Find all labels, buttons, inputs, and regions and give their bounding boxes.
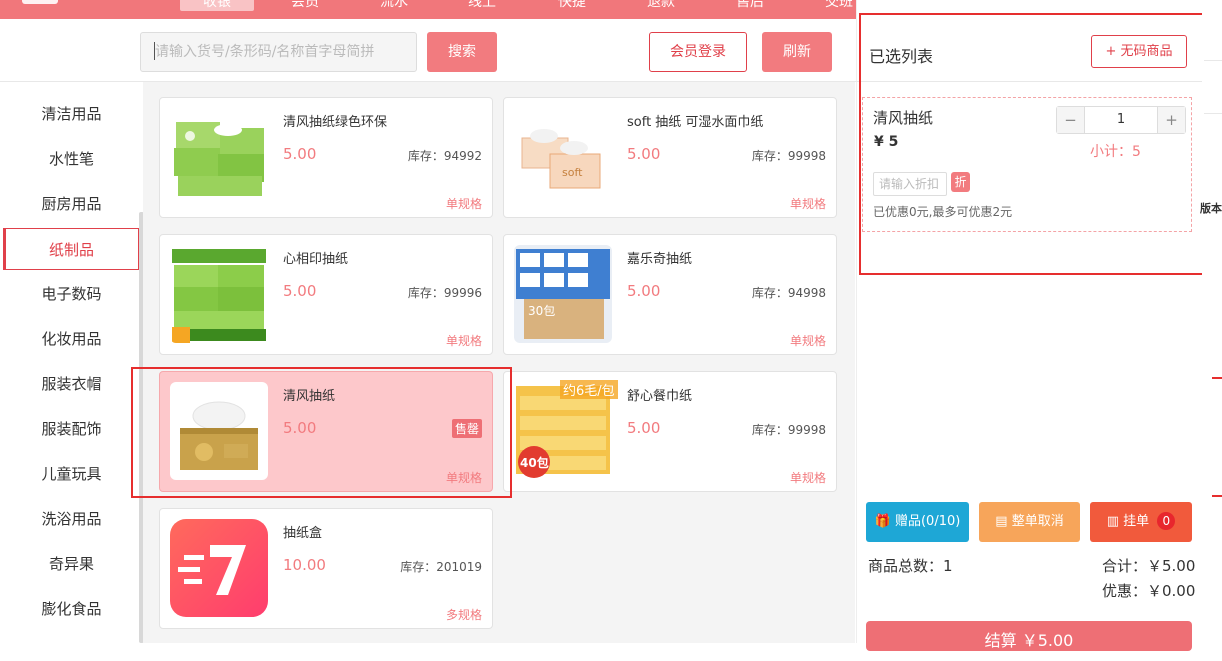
category-toys[interactable]: 儿童玩具 (4, 453, 139, 495)
product-stock: 库存：99998 (751, 423, 826, 437)
tab-member[interactable]: 会员 (270, 0, 340, 11)
product-price: 5.00 (627, 145, 661, 163)
product-name: 嘉乐奇抽纸 (627, 252, 693, 267)
category-accessories[interactable]: 服装配饰 (4, 408, 139, 450)
product-name: 心相印抽纸 (283, 252, 349, 267)
tab-refund[interactable]: 退款 (626, 0, 696, 11)
product-name: soft 抽纸 可湿水面巾纸 (627, 115, 764, 130)
divider (1204, 113, 1222, 114)
product-image (170, 108, 268, 206)
product-name: 舒心餐巾纸 (627, 389, 693, 404)
hold-order-button[interactable]: ▥ 挂单 0 (1090, 502, 1192, 542)
highlight-box (131, 367, 512, 498)
product-card[interactable]: soft soft 抽纸 可湿水面巾纸 5.00 库存：99998 单规格 (503, 97, 837, 218)
gift-icon: 🎁 (874, 514, 891, 529)
tab-cashier[interactable]: 收银 (180, 0, 254, 11)
product-spec: 单规格 (789, 197, 826, 211)
checkout-button[interactable]: 结算 ￥5.00 (866, 621, 1192, 651)
category-paper[interactable]: 纸制品 (3, 228, 139, 270)
product-image (170, 519, 268, 617)
search-input[interactable] (140, 32, 417, 72)
category-sidebar: 清洁用品 水性笔 厨房用品 纸制品 电子数码 化妆用品 服装衣帽 服装配饰 儿童… (0, 82, 143, 643)
gift-label: 赠品(0/10) (894, 514, 961, 529)
svg-text:soft: soft (562, 166, 583, 179)
discount-amount: 优惠：￥0.00 (1102, 582, 1196, 600)
brand-logo (22, 0, 58, 4)
category-bath[interactable]: 洗浴用品 (4, 498, 139, 540)
category-electronics[interactable]: 电子数码 (4, 273, 139, 315)
total-amount: 合计：￥5.00 (1102, 557, 1196, 575)
refresh-button[interactable]: 刷新 (762, 32, 832, 72)
member-login-button[interactable]: 会员登录 (649, 32, 747, 72)
hold-count-badge: 0 (1157, 512, 1176, 530)
image-caption: 约6毛/包 (560, 380, 618, 399)
tab-online[interactable]: 线上 (447, 0, 517, 11)
hold-order-label: 挂单 (1123, 514, 1150, 529)
product-grid: 清风抽纸绿色环保 5.00 库存：94992 单规格 soft soft 抽纸 … (143, 82, 855, 643)
product-image: soft (514, 108, 612, 206)
product-card[interactable]: 约6毛/包 40包 舒心餐巾纸 5.00 库存：99998 单规格 (503, 371, 837, 492)
category-gel-pen[interactable]: 水性笔 (4, 138, 139, 180)
product-stock: 库存：99996 (407, 286, 482, 300)
product-spec: 单规格 (445, 334, 482, 348)
product-price: 5.00 (283, 282, 317, 300)
product-stock: 库存：201019 (400, 560, 482, 574)
product-card[interactable]: 30包 嘉乐奇抽纸 5.00 库存：94998 单规格 (503, 234, 837, 355)
divider (1204, 60, 1222, 61)
product-price: 5.00 (283, 145, 317, 163)
product-image (170, 245, 268, 343)
product-price: 10.00 (283, 556, 326, 574)
tab-shortcut[interactable]: 快捷 (537, 0, 607, 11)
highlight-box (1212, 377, 1222, 497)
svg-text:30包: 30包 (528, 304, 555, 318)
product-price: 5.00 (627, 282, 661, 300)
category-snacks[interactable]: 膨化食品 (4, 588, 139, 630)
product-spec: 单规格 (789, 471, 826, 485)
text-cursor (154, 42, 155, 60)
search-button[interactable]: 搜索 (427, 32, 497, 72)
product-stock: 库存：99998 (751, 149, 826, 163)
product-stock: 库存：94992 (407, 149, 482, 163)
product-spec: 单规格 (445, 197, 482, 211)
product-card[interactable]: 清风抽纸绿色环保 5.00 库存：94992 单规格 (159, 97, 493, 218)
background-window (1202, 0, 1222, 643)
category-clothing[interactable]: 服装衣帽 (4, 363, 139, 405)
category-kitchen[interactable]: 厨房用品 (4, 183, 139, 225)
tab-after-sales[interactable]: 售后 (715, 0, 785, 11)
product-stock: 库存：94998 (751, 286, 826, 300)
product-price: 5.00 (627, 419, 661, 437)
gift-button[interactable]: 🎁 赠品(0/10) (866, 502, 969, 542)
product-image: 30包 (514, 245, 612, 343)
category-kiwi[interactable]: 奇异果 (4, 543, 139, 585)
product-card[interactable]: 心相印抽纸 5.00 库存：99996 单规格 (159, 234, 493, 355)
product-name: 清风抽纸绿色环保 (283, 115, 388, 130)
highlight-box (859, 13, 1220, 275)
cancel-order-label: 整单取消 (1011, 514, 1064, 529)
image-badge: 40包 (520, 456, 549, 470)
product-name: 抽纸盒 (283, 526, 323, 541)
clipboard-icon: ▥ (1106, 514, 1119, 529)
cancel-order-button[interactable]: ▤ 整单取消 (979, 502, 1080, 542)
product-card[interactable]: 抽纸盒 10.00 库存：201019 多规格 (159, 508, 493, 629)
total-count: 商品总数：1 (868, 557, 953, 575)
background-label: 版本 (1200, 202, 1222, 215)
category-cosmetics[interactable]: 化妆用品 (4, 318, 139, 360)
tab-flow[interactable]: 流水 (359, 0, 429, 11)
category-cleaning[interactable]: 清洁用品 (4, 93, 139, 135)
document-icon: ▤ (995, 514, 1008, 529)
product-spec: 多规格 (445, 608, 482, 622)
product-spec: 单规格 (789, 334, 826, 348)
